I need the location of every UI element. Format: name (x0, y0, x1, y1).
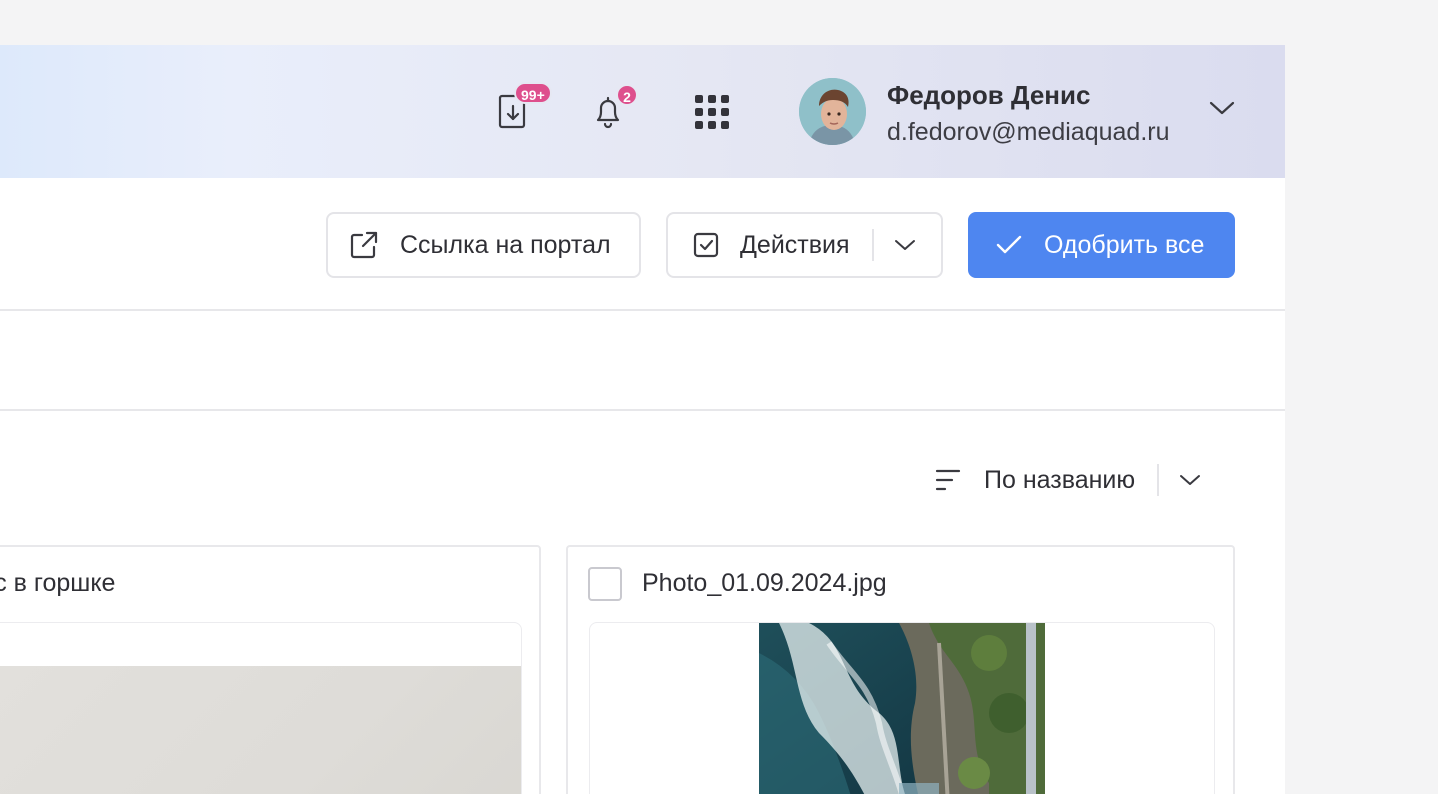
external-link-icon (348, 229, 380, 261)
page-toolbar: Ссылка на портал Действия Одобрить все (0, 178, 1285, 311)
app-window: 99+ 2 Федоров Денис d.fedorov@mediaquad.… (0, 45, 1285, 794)
card-select-checkbox[interactable] (588, 567, 622, 601)
apps-menu-button[interactable] (690, 90, 734, 134)
chevron-down-icon (894, 238, 916, 252)
user-profile-menu[interactable]: Федоров Денис d.fedorov@mediaquad.ru (799, 78, 1249, 146)
apps-grid-icon (695, 95, 729, 129)
downloads-count-badge: 99+ (514, 82, 552, 104)
image-preview (0, 666, 521, 794)
notifications-count-badge: 2 (616, 84, 638, 106)
chevron-down-icon (1179, 473, 1201, 487)
top-header: 99+ 2 Федоров Денис d.fedorov@mediaquad.… (0, 45, 1285, 178)
user-email: d.fedorov@mediaquad.ru (887, 118, 1170, 146)
sort-dropdown[interactable]: По названию (934, 460, 1201, 500)
user-avatar (799, 78, 866, 145)
actions-label: Действия (740, 230, 850, 259)
card-title: Photo_01.09.2024.jpg (642, 569, 887, 597)
dropdown-divider (871, 229, 874, 261)
approve-all-label: Одобрить все (1044, 230, 1205, 259)
approve-all-button[interactable]: Одобрить все (968, 212, 1235, 278)
user-name: Федоров Денис (887, 80, 1091, 110)
check-icon (994, 230, 1024, 260)
portal-link-label: Ссылка на портал (400, 230, 611, 259)
chevron-down-icon (1209, 101, 1235, 115)
media-card[interactable]: Photo_01.09.2024.jpg (566, 545, 1235, 794)
checkbox-checked-icon (692, 231, 720, 259)
media-card[interactable]: ус в горшке (0, 545, 541, 794)
sort-lines-icon (935, 469, 961, 491)
sort-selected-label: По названию (984, 465, 1136, 494)
filter-bar (0, 311, 1285, 411)
sort-divider (1157, 464, 1160, 496)
card-thumbnail (0, 622, 522, 794)
portal-link-button[interactable]: Ссылка на портал (326, 212, 641, 278)
actions-dropdown[interactable]: Действия (666, 212, 943, 278)
card-thumbnail (589, 622, 1215, 794)
image-preview (759, 623, 1045, 794)
card-title: ус в горшке (0, 569, 116, 597)
